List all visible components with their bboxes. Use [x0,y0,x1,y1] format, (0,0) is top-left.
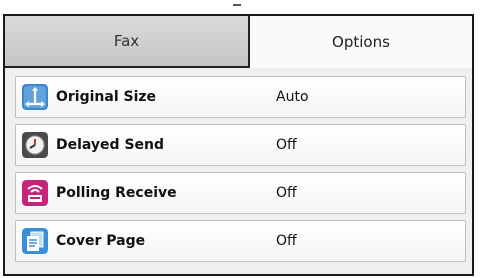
tab-fax[interactable]: Fax [5,16,250,68]
option-delayed-send[interactable]: Delayed Send Off [15,124,466,166]
cover-page-icon [22,228,48,254]
option-label: Delayed Send [56,137,165,153]
option-label: Polling Receive [56,185,177,201]
option-value: Off [276,185,297,201]
options-list: Original Size Auto Delayed Send Off Poll… [15,76,466,268]
option-cover-page[interactable]: Cover Page Off [15,220,466,262]
tab-fax-label: Fax [113,32,140,50]
option-value: Off [276,233,297,249]
option-value: Off [276,137,297,153]
option-label: Cover Page [56,233,146,249]
option-value: Auto [276,89,309,105]
clock-icon [22,132,48,158]
indicator-mark [233,4,241,6]
tab-options-label: Options [332,33,390,51]
option-label: Original Size [56,89,157,105]
tab-bar: Fax Options [5,16,472,68]
original-size-icon [22,84,48,110]
polling-receive-icon [22,180,48,206]
tab-options[interactable]: Options [250,16,472,68]
fax-options-panel: Fax Options Original Size Auto Delayed S… [3,14,474,276]
option-original-size[interactable]: Original Size Auto [15,76,466,118]
option-polling-receive[interactable]: Polling Receive Off [15,172,466,214]
